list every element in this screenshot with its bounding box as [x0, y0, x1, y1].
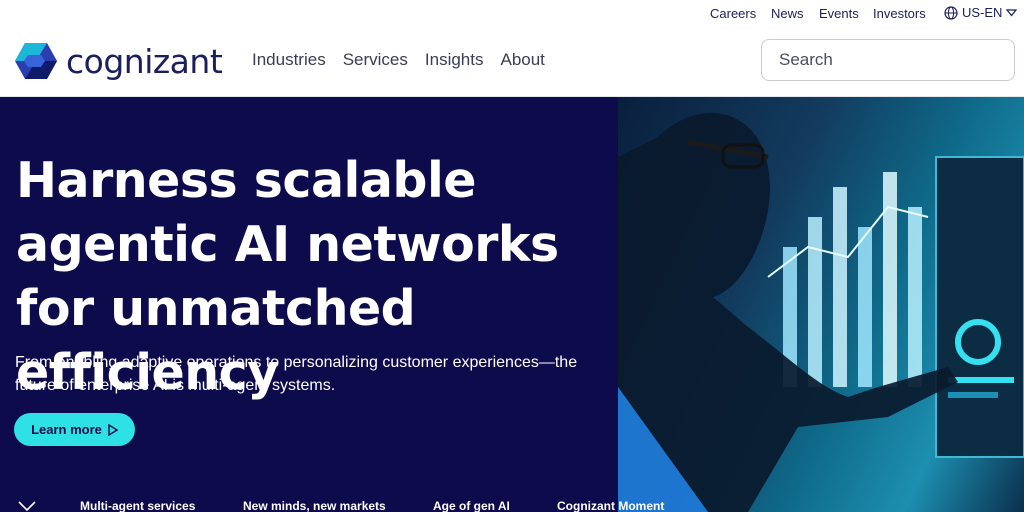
- caret-down-icon: [1006, 8, 1018, 16]
- nav-services[interactable]: Services: [343, 50, 408, 70]
- learn-more-label: Learn more: [31, 422, 102, 437]
- nav-about[interactable]: About: [500, 50, 544, 70]
- nav-insights[interactable]: Insights: [425, 50, 484, 70]
- logo-mark-icon: [15, 43, 57, 79]
- featured-links: Multi-agent services New minds, new mark…: [0, 497, 1024, 512]
- nav-industries[interactable]: Industries: [252, 50, 326, 70]
- language-label: US-EN: [962, 5, 1003, 20]
- language-selector[interactable]: US-EN: [944, 5, 1018, 20]
- globe-icon: [944, 5, 958, 20]
- featured-link-gen-ai[interactable]: Age of gen AI: [433, 499, 510, 512]
- featured-link-new-minds[interactable]: New minds, new markets: [243, 499, 386, 512]
- investors-link[interactable]: Investors: [873, 6, 926, 21]
- hero-illustration: [618, 113, 1024, 512]
- cognizant-logo[interactable]: cognizant: [14, 41, 223, 81]
- news-link[interactable]: News: [771, 6, 804, 21]
- careers-link[interactable]: Careers: [710, 6, 756, 21]
- main-navbar: cognizant Industries Services Insights A…: [0, 28, 1024, 97]
- logo-wordmark: cognizant: [66, 41, 223, 81]
- hero-subtitle: From enabling adaptive operations to per…: [15, 354, 578, 394]
- primary-menu: Industries Services Insights About: [252, 50, 562, 70]
- hero-image: [618, 97, 1024, 512]
- play-triangle-icon: [108, 423, 118, 436]
- search-input[interactable]: [779, 50, 1000, 70]
- featured-link-multi-agent[interactable]: Multi-agent services: [80, 499, 195, 512]
- chevron-down-icon[interactable]: [18, 501, 36, 511]
- events-link[interactable]: Events: [819, 6, 859, 21]
- search-box[interactable]: [761, 39, 1015, 81]
- hero-banner: Harness scalable agentic AI networks for…: [0, 97, 1024, 512]
- featured-link-cognizant-moment[interactable]: Cognizant Moment: [557, 499, 664, 512]
- utility-bar: Careers News Events Investors US-EN: [0, 0, 1024, 28]
- learn-more-button[interactable]: Learn more: [14, 413, 135, 446]
